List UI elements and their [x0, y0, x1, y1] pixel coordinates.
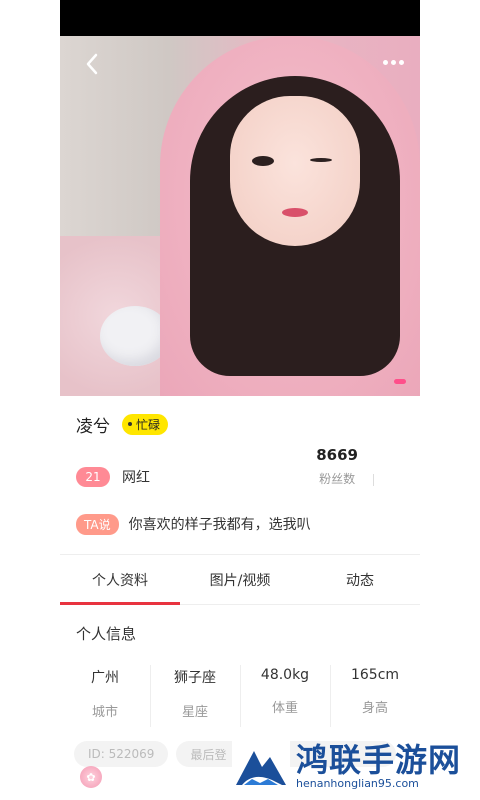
bio-row: TA说 你喜欢的样子我都有，选我叭	[76, 502, 404, 546]
phone-viewport: 凌兮 忙碌 21 网红 8669 粉丝数 TA说 你喜欢的样子我都有，选我叭 个…	[60, 0, 420, 800]
info-key: 体重	[271, 701, 298, 716]
info-key: 身高	[361, 701, 388, 716]
watermark: 鸿联手游网 henanhonglian95.com	[232, 741, 472, 799]
profile-tabs: 个人资料 图片/视频 动态	[60, 555, 420, 605]
user-name: 凌兮	[76, 416, 110, 437]
tab-photos-videos[interactable]: 图片/视频	[180, 555, 300, 604]
watermark-title: 鸿联手游网	[296, 741, 462, 779]
watermark-logo-icon	[232, 741, 290, 797]
info-value: 48.0kg	[260, 667, 310, 683]
chevron-left-icon	[86, 53, 98, 75]
fans-label: 粉丝数	[319, 472, 356, 486]
info-weight: 48.0kg 体重	[240, 661, 330, 731]
name-row: 凌兮 忙碌	[76, 396, 404, 452]
meta-row: 21 网红 8669 粉丝数	[76, 446, 404, 502]
status-dot-icon	[128, 422, 132, 426]
info-height: 165cm 身高	[330, 661, 420, 731]
photo-lips	[282, 208, 308, 217]
profile-photo[interactable]	[60, 36, 420, 396]
info-value: 广州	[91, 670, 119, 686]
more-options-button[interactable]	[378, 52, 408, 72]
more-dot-icon	[390, 59, 396, 65]
bio-text: 你喜欢的样子我都有，选我叭	[128, 517, 311, 533]
fans-stat[interactable]: 8669 粉丝数	[316, 446, 358, 487]
user-role: 网红	[122, 470, 150, 486]
photo-eye-right	[310, 158, 332, 162]
screen: 凌兮 忙碌 21 网红 8669 粉丝数 TA说 你喜欢的样子我都有，选我叭 个…	[0, 0, 480, 800]
profile-header: 凌兮 忙碌 21 网红 8669 粉丝数 TA说 你喜欢的样子我都有，选我叭	[60, 396, 420, 546]
info-grid: 广州 城市 狮子座 星座 48.0kg 体重 165cm 身高	[60, 661, 420, 731]
info-city: 广州 城市	[60, 661, 150, 731]
info-value: 165cm	[350, 667, 400, 683]
info-key: 城市	[91, 705, 118, 720]
ta-says-badge: TA说	[76, 513, 119, 535]
info-key: 星座	[181, 705, 208, 720]
info-zodiac: 狮子座 星座	[150, 661, 240, 731]
fans-divider	[373, 474, 374, 486]
watermark-text: 鸿联手游网 henanhonglian95.com	[296, 741, 461, 790]
photo-page-indicator	[394, 379, 406, 384]
left-margin	[0, 0, 60, 800]
age-badge: 21	[76, 467, 110, 487]
user-id-tag: ID: 522069	[74, 741, 169, 767]
photo-eye-left	[252, 156, 274, 166]
status-label: 忙碌	[136, 417, 161, 432]
info-value: 狮子座	[174, 670, 216, 686]
gift-icon[interactable]: ✿	[80, 766, 102, 788]
tab-profile-info[interactable]: 个人资料	[60, 555, 180, 605]
tab-moments[interactable]: 动态	[300, 555, 420, 604]
section-title: 个人信息	[76, 624, 137, 643]
back-button[interactable]	[78, 50, 106, 78]
right-margin	[420, 0, 480, 800]
photo-face	[230, 96, 360, 246]
fans-count: 8669	[316, 446, 358, 464]
status-bar	[60, 0, 420, 36]
more-dot-icon	[398, 59, 404, 65]
more-dot-icon	[382, 59, 388, 65]
status-badge: 忙碌	[122, 413, 169, 435]
